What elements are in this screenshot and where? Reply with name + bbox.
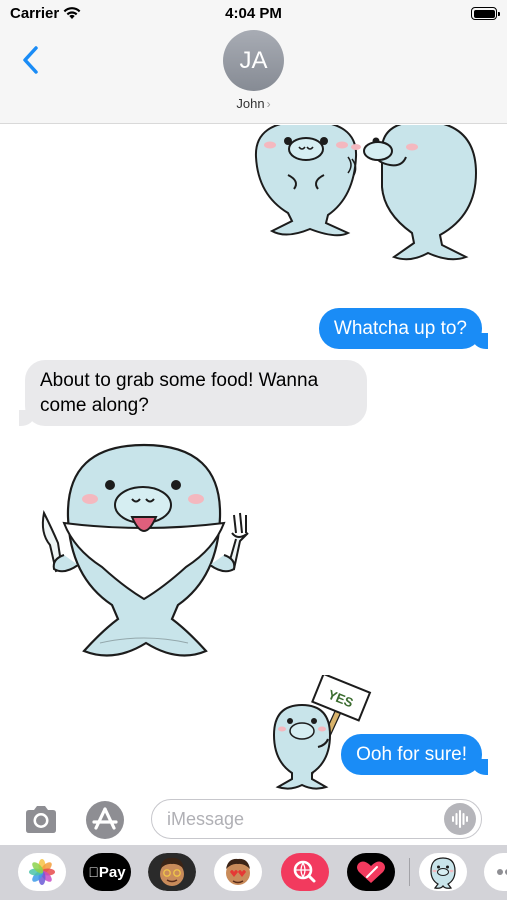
two-manatees-sticker[interactable] [244,125,484,267]
more-apps-icon[interactable] [484,853,507,891]
chevron-right-icon: › [266,97,271,111]
apple-pay-app-icon[interactable]: Pay [83,853,131,891]
contact-name-row[interactable]: John › [0,96,507,111]
digital-touch-app-icon[interactable] [347,853,395,891]
message-list: Whatcha up to? About to grab some food! … [0,125,507,795]
memoji-stickers-app-icon[interactable] [214,853,262,891]
contact-name: John [236,96,265,111]
app-drawer-divider [409,858,410,886]
back-chevron-icon[interactable] [18,44,44,76]
status-time: 4:04 PM [225,5,282,22]
contact-avatar[interactable]: JA [223,30,284,91]
photos-app-icon[interactable] [18,853,66,891]
apple-pay-label: Pay [93,864,126,881]
message-text: About to grab some food! Wanna come alon… [40,370,319,416]
compose-bar [0,795,507,845]
manatee-bib-fork-knife-sticker[interactable] [38,437,252,677]
app-drawer: Pay [0,845,507,900]
camera-icon[interactable] [22,801,60,839]
outgoing-message-bubble[interactable]: Whatcha up to? [318,308,489,349]
app-store-icon[interactable] [86,801,124,839]
audio-message-icon[interactable] [444,803,476,835]
manatee-stickers-app-icon[interactable] [419,853,467,891]
message-text: Whatcha up to? [333,318,467,339]
search-images-app-icon[interactable] [281,853,329,891]
incoming-message-bubble[interactable]: About to grab some food! Wanna come alon… [19,360,367,426]
battery-icon [471,7,500,20]
message-input[interactable] [151,799,482,839]
manatee-yes-sign-sticker[interactable]: YES [268,675,374,793]
memoji-app-icon[interactable] [148,853,196,891]
status-bar: Carrier 4:04 PM [0,0,507,30]
conversation-header: JA John › [0,30,507,124]
